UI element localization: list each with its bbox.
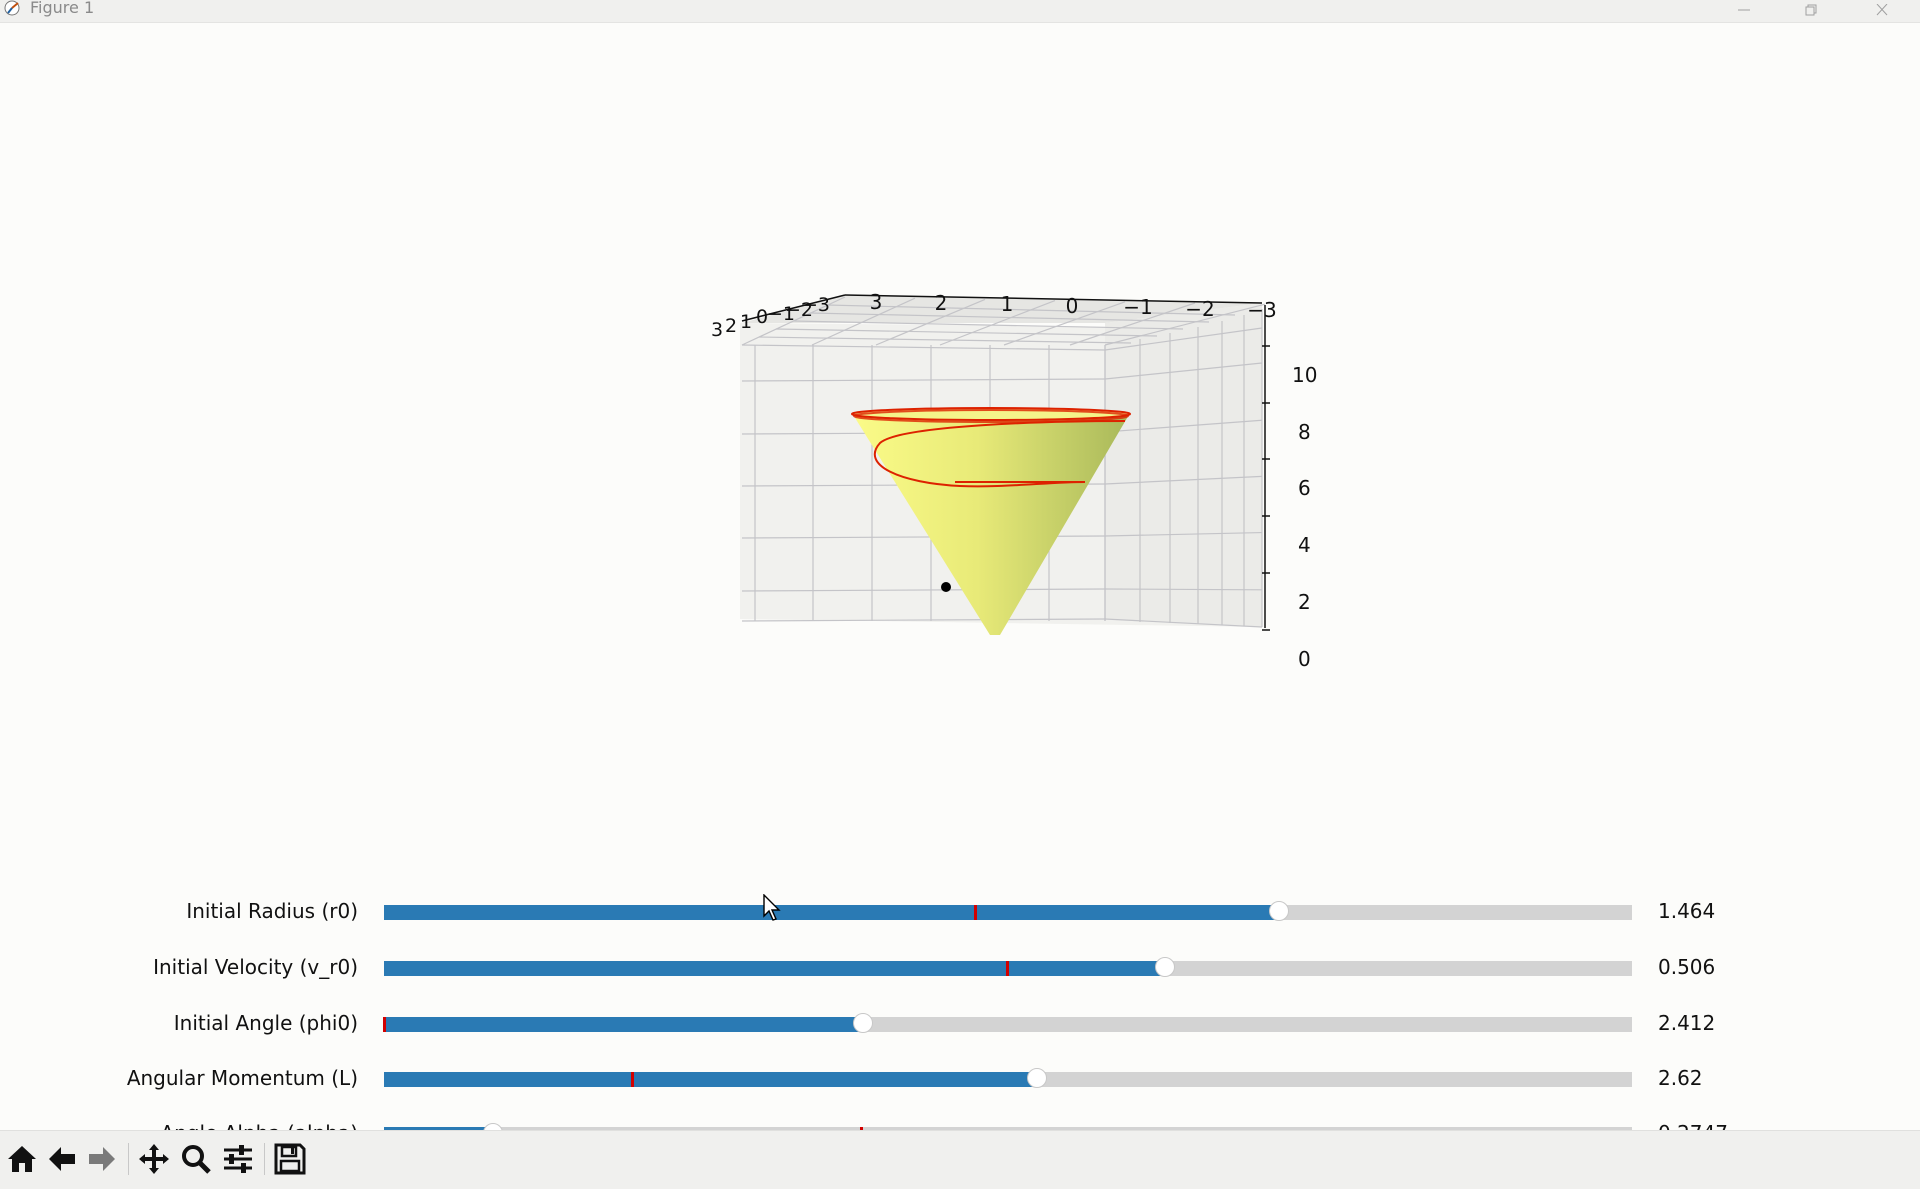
- toolbar-separator: [264, 1143, 265, 1175]
- initial-radius-slider[interactable]: [384, 901, 1632, 921]
- slider-handle[interactable]: [1154, 957, 1175, 977]
- slider-row-initial-angle: Initial Angle (phi0) 2.412: [0, 1003, 1920, 1043]
- window-title: Figure 1: [30, 0, 95, 17]
- x-tick-label: −1: [1123, 295, 1152, 319]
- slider-value: 0.506: [1658, 955, 1716, 979]
- slider-value: 2.62: [1658, 1066, 1703, 1090]
- slider-fill: [384, 905, 1280, 920]
- z-tick-label: 4: [1298, 533, 1311, 557]
- slider-label: Angular Momentum (L): [126, 1066, 358, 1090]
- slider-fill: [384, 1017, 864, 1032]
- z-tick-marks: [1262, 345, 1270, 631]
- maximize-icon[interactable]: [1782, 0, 1842, 20]
- slider-label: Initial Radius (r0): [186, 899, 358, 923]
- slider-fill: [384, 1072, 1038, 1087]
- zoom-icon[interactable]: [178, 1141, 214, 1177]
- slider-fill: [384, 961, 1166, 976]
- y-tick-label: 3: [711, 319, 723, 341]
- configure-subplots-icon[interactable]: [220, 1141, 256, 1177]
- x-tick-label: −3: [1247, 298, 1276, 322]
- z-tick-label: 10: [1292, 363, 1317, 387]
- x-tick-label: 1: [1001, 292, 1014, 316]
- slider-initial-marker: [630, 1072, 634, 1087]
- slider-handle[interactable]: [852, 1013, 873, 1033]
- mouse-cursor-icon: [763, 894, 781, 921]
- figure-app-icon: [4, 0, 20, 16]
- 3d-plot[interactable]: 3 2 1 0 −1 −2 −3 3 2 1 0 −1 −2 −3 10 8 6…: [0, 23, 1920, 843]
- slider-initial-marker: [383, 1017, 386, 1032]
- initial-angle-slider[interactable]: [383, 1013, 1632, 1033]
- slider-value: 1.464: [1658, 899, 1716, 923]
- navigation-toolbar: [0, 1130, 1920, 1189]
- particle-point: [941, 582, 951, 592]
- z-tick-label: 0: [1298, 647, 1311, 671]
- minimize-icon[interactable]: [1714, 0, 1774, 20]
- home-icon[interactable]: [4, 1141, 40, 1177]
- slider-label: Initial Velocity (v_r0): [153, 955, 358, 979]
- y-tick-label: 1: [740, 311, 752, 333]
- forward-icon[interactable]: [84, 1141, 120, 1177]
- x-tick-label: 2: [935, 291, 948, 315]
- y-tick-label: 2: [725, 315, 737, 337]
- window-titlebar: Figure 1: [0, 0, 1920, 23]
- side-pane: [1105, 303, 1262, 627]
- toolbar-separator: [128, 1143, 129, 1175]
- slider-initial-marker: [973, 905, 977, 920]
- close-icon[interactable]: [1852, 0, 1912, 20]
- figure-canvas: 3 2 1 0 −1 −2 −3 3 2 1 0 −1 −2 −3 10 8 6…: [0, 23, 1920, 1145]
- slider-row-initial-velocity: Initial Velocity (v_r0) 0.506: [0, 947, 1920, 987]
- pan-icon[interactable]: [136, 1141, 172, 1177]
- slider-value: 2.412: [1658, 1011, 1716, 1035]
- x-tick-label: 3: [870, 290, 883, 314]
- z-tick-label: 8: [1298, 420, 1311, 444]
- slider-initial-marker: [1005, 961, 1009, 976]
- save-icon[interactable]: [272, 1141, 308, 1177]
- z-tick-label: 2: [1298, 590, 1311, 614]
- x-tick-label: 0: [1066, 294, 1079, 318]
- slider-label: Initial Angle (phi0): [173, 1011, 358, 1035]
- slider-row-angular-momentum: Angular Momentum (L) 2.62: [0, 1058, 1920, 1098]
- x-tick-label: −2: [1185, 297, 1214, 321]
- slider-handle[interactable]: [1268, 901, 1289, 921]
- grid-line: [1104, 588, 1263, 591]
- initial-velocity-slider[interactable]: [384, 957, 1632, 977]
- z-tick-label: 6: [1298, 476, 1311, 500]
- slider-handle[interactable]: [1026, 1068, 1047, 1088]
- back-icon[interactable]: [44, 1141, 80, 1177]
- slider-row-initial-radius: Initial Radius (r0) 1.464: [0, 891, 1920, 931]
- angular-momentum-slider[interactable]: [384, 1068, 1632, 1088]
- y-tick-label: −3: [802, 294, 830, 316]
